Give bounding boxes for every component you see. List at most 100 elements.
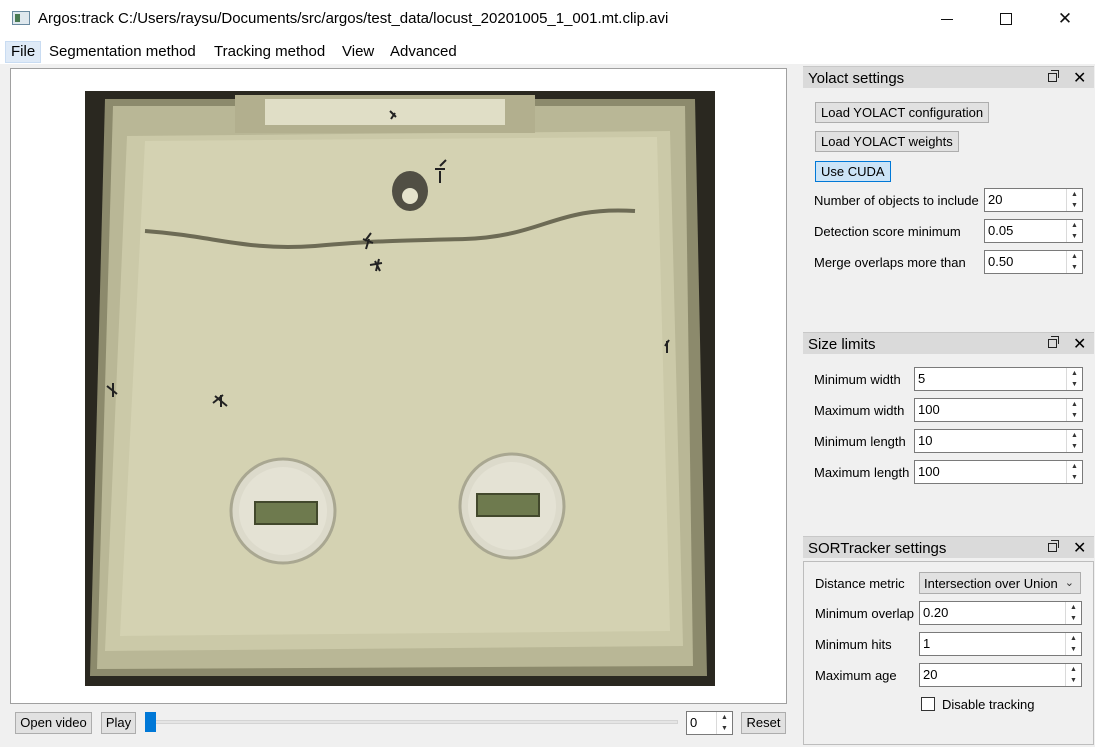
arrow-up-icon[interactable]: ▲ <box>1067 461 1082 472</box>
chevron-down-icon: ⌄ <box>1064 577 1074 589</box>
menu-view[interactable]: View <box>337 41 379 63</box>
size-limits-panel-header: Size limits ✕ <box>803 332 1094 354</box>
max-length-spinbox[interactable]: 100 ▲ ▼ <box>914 460 1083 484</box>
load-yolact-config-button[interactable]: Load YOLACT configuration <box>815 102 990 123</box>
menu-tracking-label: Tracking method <box>214 43 326 60</box>
float-panel-icon[interactable] <box>1048 540 1059 555</box>
merge-overlaps-value: 0.50 <box>988 254 1014 269</box>
arrow-up-icon[interactable]: ▲ <box>717 712 732 723</box>
load-yolact-weights-button[interactable]: Load YOLACT weights <box>815 131 959 152</box>
min-length-spinbox[interactable]: 10 ▲ ▼ <box>914 429 1083 453</box>
yolact-panel-header: Yolact settings ✕ <box>803 66 1094 88</box>
min-length-value: 10 <box>918 433 933 448</box>
arrow-down-icon[interactable]: ▼ <box>1067 262 1082 273</box>
detection-score-label: Detection score minimum <box>814 224 961 239</box>
float-panel-icon[interactable] <box>1048 70 1059 85</box>
disable-tracking-label: Disable tracking <box>942 697 1035 712</box>
min-hits-label: Minimum hits <box>815 637 892 652</box>
arrow-down-icon[interactable]: ▼ <box>1066 613 1081 624</box>
frame-number-spinbox[interactable]: 0 ▲ ▼ <box>686 711 733 735</box>
arrow-up-icon[interactable]: ▲ <box>1067 368 1082 379</box>
menu-file-label: File <box>11 43 36 60</box>
title-bar: Argos:track C:/Users/raysu/Documents/src… <box>0 0 1095 38</box>
app-icon <box>12 11 30 25</box>
max-length-value: 100 <box>918 464 940 479</box>
min-width-spinbox[interactable]: 5 ▲ ▼ <box>914 367 1083 391</box>
video-frame-image <box>85 91 715 686</box>
min-overlap-value: 0.20 <box>923 605 949 620</box>
arrow-down-icon[interactable]: ▼ <box>1067 472 1082 483</box>
menu-bar: File Segmentation method Tracking method… <box>0 38 1095 64</box>
max-age-spinbox[interactable]: 20 ▲ ▼ <box>919 663 1082 687</box>
merge-overlaps-label: Merge overlaps more than <box>814 255 966 270</box>
close-window-button[interactable]: ✕ <box>1036 0 1094 38</box>
max-length-label: Maximum length <box>814 465 910 480</box>
sortracker-panel-title: SORTracker settings <box>808 540 947 557</box>
max-age-label: Maximum age <box>815 668 897 683</box>
reset-button[interactable]: Reset <box>741 712 786 734</box>
min-hits-spinbox[interactable]: 1 ▲ ▼ <box>919 632 1082 656</box>
max-width-value: 100 <box>918 402 940 417</box>
detection-score-spinbox[interactable]: 0.05 ▲ ▼ <box>984 219 1083 243</box>
close-icon[interactable]: ✕ <box>1073 538 1086 558</box>
menu-segmentation-label: Segmentation method <box>49 43 196 60</box>
max-width-label: Maximum width <box>814 403 905 418</box>
arrow-up-icon[interactable]: ▲ <box>1067 251 1082 262</box>
arrow-down-icon[interactable]: ▼ <box>1066 675 1081 686</box>
arrow-down-icon[interactable]: ▼ <box>1066 644 1081 655</box>
maximize-button[interactable] <box>977 0 1035 38</box>
open-video-button[interactable]: Open video <box>15 712 92 734</box>
max-age-value: 20 <box>923 667 938 682</box>
frame-slider-handle[interactable] <box>145 712 156 732</box>
num-objects-label: Number of objects to include <box>814 193 979 208</box>
arrow-down-icon[interactable]: ▼ <box>1067 441 1082 452</box>
arrow-up-icon[interactable]: ▲ <box>1067 399 1082 410</box>
frame-number-value: 0 <box>690 715 698 730</box>
sortracker-panel-header: SORTracker settings ✕ <box>803 536 1094 558</box>
menu-segmentation-method[interactable]: Segmentation method <box>44 41 201 63</box>
min-overlap-label: Minimum overlap <box>815 606 914 621</box>
arrow-up-icon[interactable]: ▲ <box>1066 664 1081 675</box>
max-width-spinbox[interactable]: 100 ▲ ▼ <box>914 398 1083 422</box>
arrow-down-icon[interactable]: ▼ <box>1067 200 1082 211</box>
minimize-button[interactable] <box>918 0 976 38</box>
float-panel-icon[interactable] <box>1048 336 1059 351</box>
min-hits-value: 1 <box>923 636 931 651</box>
arrow-down-icon[interactable]: ▼ <box>717 723 732 734</box>
arrow-up-icon[interactable]: ▲ <box>1067 430 1082 441</box>
size-limits-panel-title: Size limits <box>808 336 876 353</box>
frame-slider-track[interactable] <box>148 720 678 724</box>
arrow-up-icon[interactable]: ▲ <box>1066 602 1081 613</box>
detection-score-value: 0.05 <box>988 223 1014 238</box>
close-icon: ✕ <box>1057 9 1073 28</box>
yolact-panel-title: Yolact settings <box>808 70 905 87</box>
arrow-up-icon[interactable]: ▲ <box>1067 189 1082 200</box>
arrow-up-icon[interactable]: ▲ <box>1067 220 1082 231</box>
disable-tracking-checkbox[interactable] <box>921 697 935 711</box>
minimize-icon <box>941 18 953 20</box>
distance-metric-dropdown[interactable]: Intersection over Union ⌄ <box>919 572 1081 594</box>
play-button[interactable]: Play <box>101 712 136 734</box>
min-width-label: Minimum width <box>814 372 901 387</box>
arrow-up-icon[interactable]: ▲ <box>1066 633 1081 644</box>
min-length-label: Minimum length <box>814 434 906 449</box>
arrow-down-icon[interactable]: ▼ <box>1067 379 1082 390</box>
maximize-icon <box>1000 13 1012 25</box>
window-title: Argos:track C:/Users/raysu/Documents/src… <box>38 10 669 27</box>
menu-advanced[interactable]: Advanced <box>385 41 462 63</box>
close-icon[interactable]: ✕ <box>1073 334 1086 354</box>
min-width-value: 5 <box>918 371 926 386</box>
close-icon[interactable]: ✕ <box>1073 68 1086 88</box>
arrow-down-icon[interactable]: ▼ <box>1067 231 1082 242</box>
distance-metric-value: Intersection over Union <box>924 576 1058 591</box>
arrow-down-icon[interactable]: ▼ <box>1067 410 1082 421</box>
use-cuda-button[interactable]: Use CUDA <box>815 161 891 182</box>
menu-advanced-label: Advanced <box>390 43 457 60</box>
distance-metric-label: Distance metric <box>815 576 905 591</box>
merge-overlaps-spinbox[interactable]: 0.50 ▲ ▼ <box>984 250 1083 274</box>
num-objects-spinbox[interactable]: 20 ▲ ▼ <box>984 188 1083 212</box>
menu-file[interactable]: File <box>5 41 42 63</box>
num-objects-value: 20 <box>988 192 1003 207</box>
min-overlap-spinbox[interactable]: 0.20 ▲ ▼ <box>919 601 1082 625</box>
menu-tracking-method[interactable]: Tracking method <box>209 41 330 63</box>
